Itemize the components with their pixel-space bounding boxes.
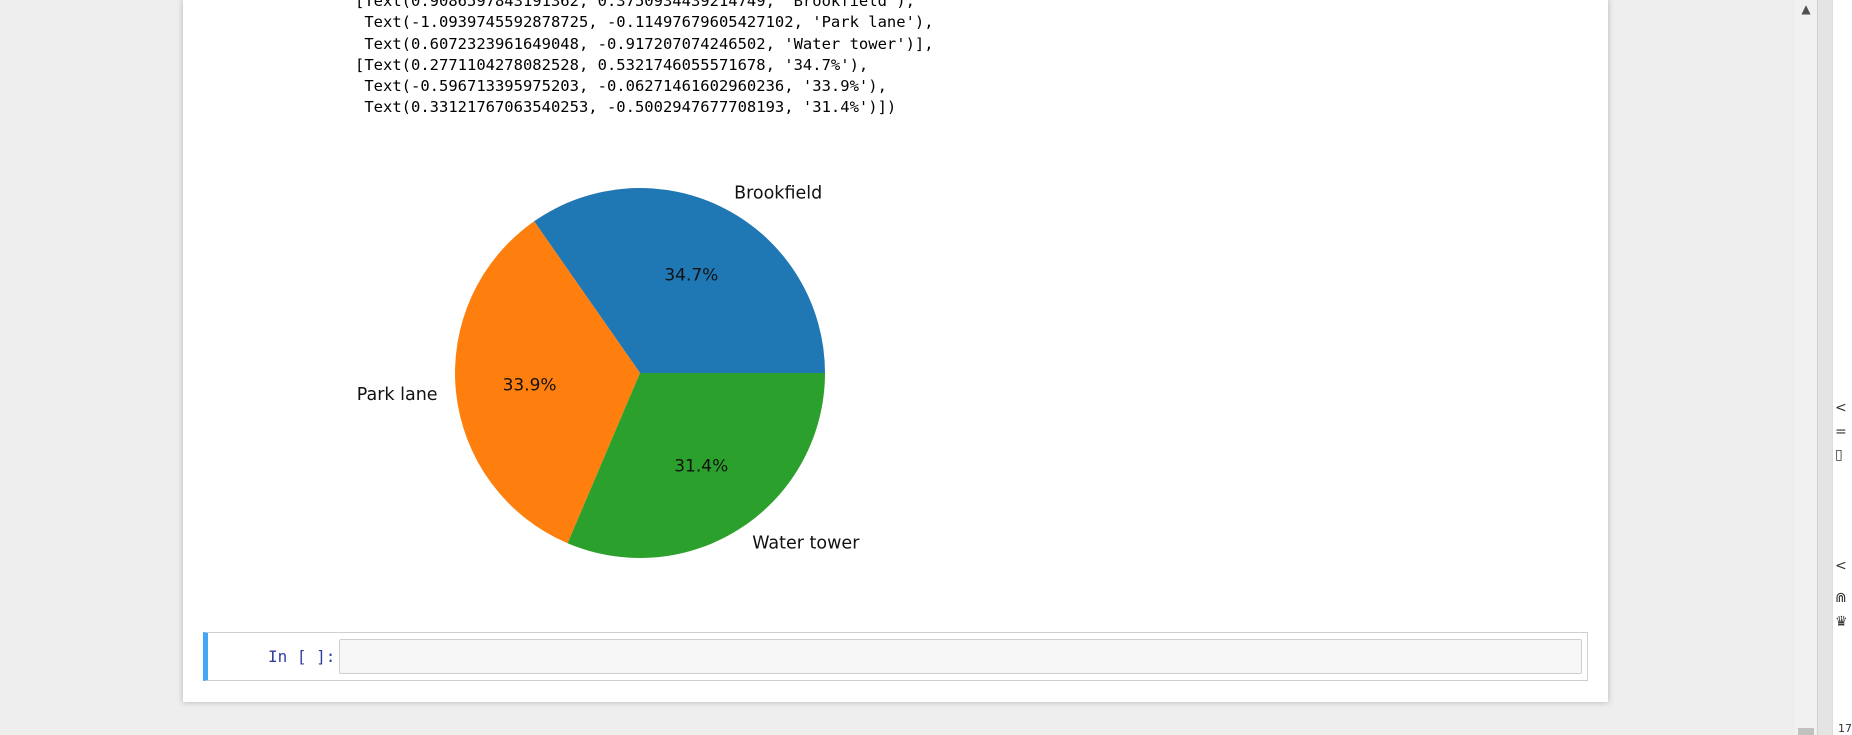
scroll-up-arrow-icon[interactable]: ▲ — [1795, 2, 1817, 16]
output-line: Text(0.6072323961649048, -0.917207074246… — [355, 34, 934, 53]
scrollbar-thumb[interactable] — [1798, 728, 1814, 735]
vertical-scrollbar[interactable]: ▲ — [1795, 0, 1817, 735]
chevron-left-icon[interactable]: < — [1835, 558, 1847, 574]
pie-percent-label: 33.9% — [503, 375, 557, 395]
menu-lines-icon[interactable]: = — [1835, 424, 1847, 440]
code-input-area[interactable] — [339, 639, 1582, 674]
input-cell[interactable]: In [ ]: — [203, 632, 1588, 681]
input-prompt: In [ ]: — [268, 647, 336, 666]
signal-icon[interactable]: ⋒ — [1835, 590, 1847, 606]
pie-category-label: Water tower — [752, 534, 860, 554]
pie-category-label: Park lane — [357, 385, 438, 405]
pie-category-label: Brookfield — [734, 184, 822, 204]
output-line: Text(-0.596713395975203, -0.062714616029… — [355, 77, 887, 96]
pie-chart: Brookfield 34.7% Park lane 33.9% Water tower… — [357, 184, 860, 558]
output-line: [Text(0.9086597843191362, 0.375093443921… — [355, 0, 915, 10]
right-side-panel: < = ▯ < ⋒ ♛ 17 — [1817, 0, 1852, 735]
user-icon[interactable]: ♛ — [1835, 614, 1848, 630]
right-panel-strip: < = ▯ < ⋒ ♛ 17 — [1832, 0, 1852, 735]
pie-percent-label: 34.7% — [664, 266, 718, 286]
cell-output-text: [Text(0.9086597843191362, 0.375093443921… — [355, 0, 934, 119]
pie-percent-label: 31.4% — [674, 457, 728, 477]
page-number: 17 — [1838, 722, 1852, 735]
output-line: Text(0.33121767063540253, -0.50029476777… — [355, 98, 897, 117]
collapse-left-icon[interactable]: < — [1835, 400, 1847, 416]
output-line: Text(-1.0939745592878725, -0.11497679605… — [355, 13, 934, 32]
output-line: [Text(0.2771104278082528, 0.532174605557… — [355, 55, 869, 74]
panel-icon[interactable]: ▯ — [1835, 447, 1843, 463]
